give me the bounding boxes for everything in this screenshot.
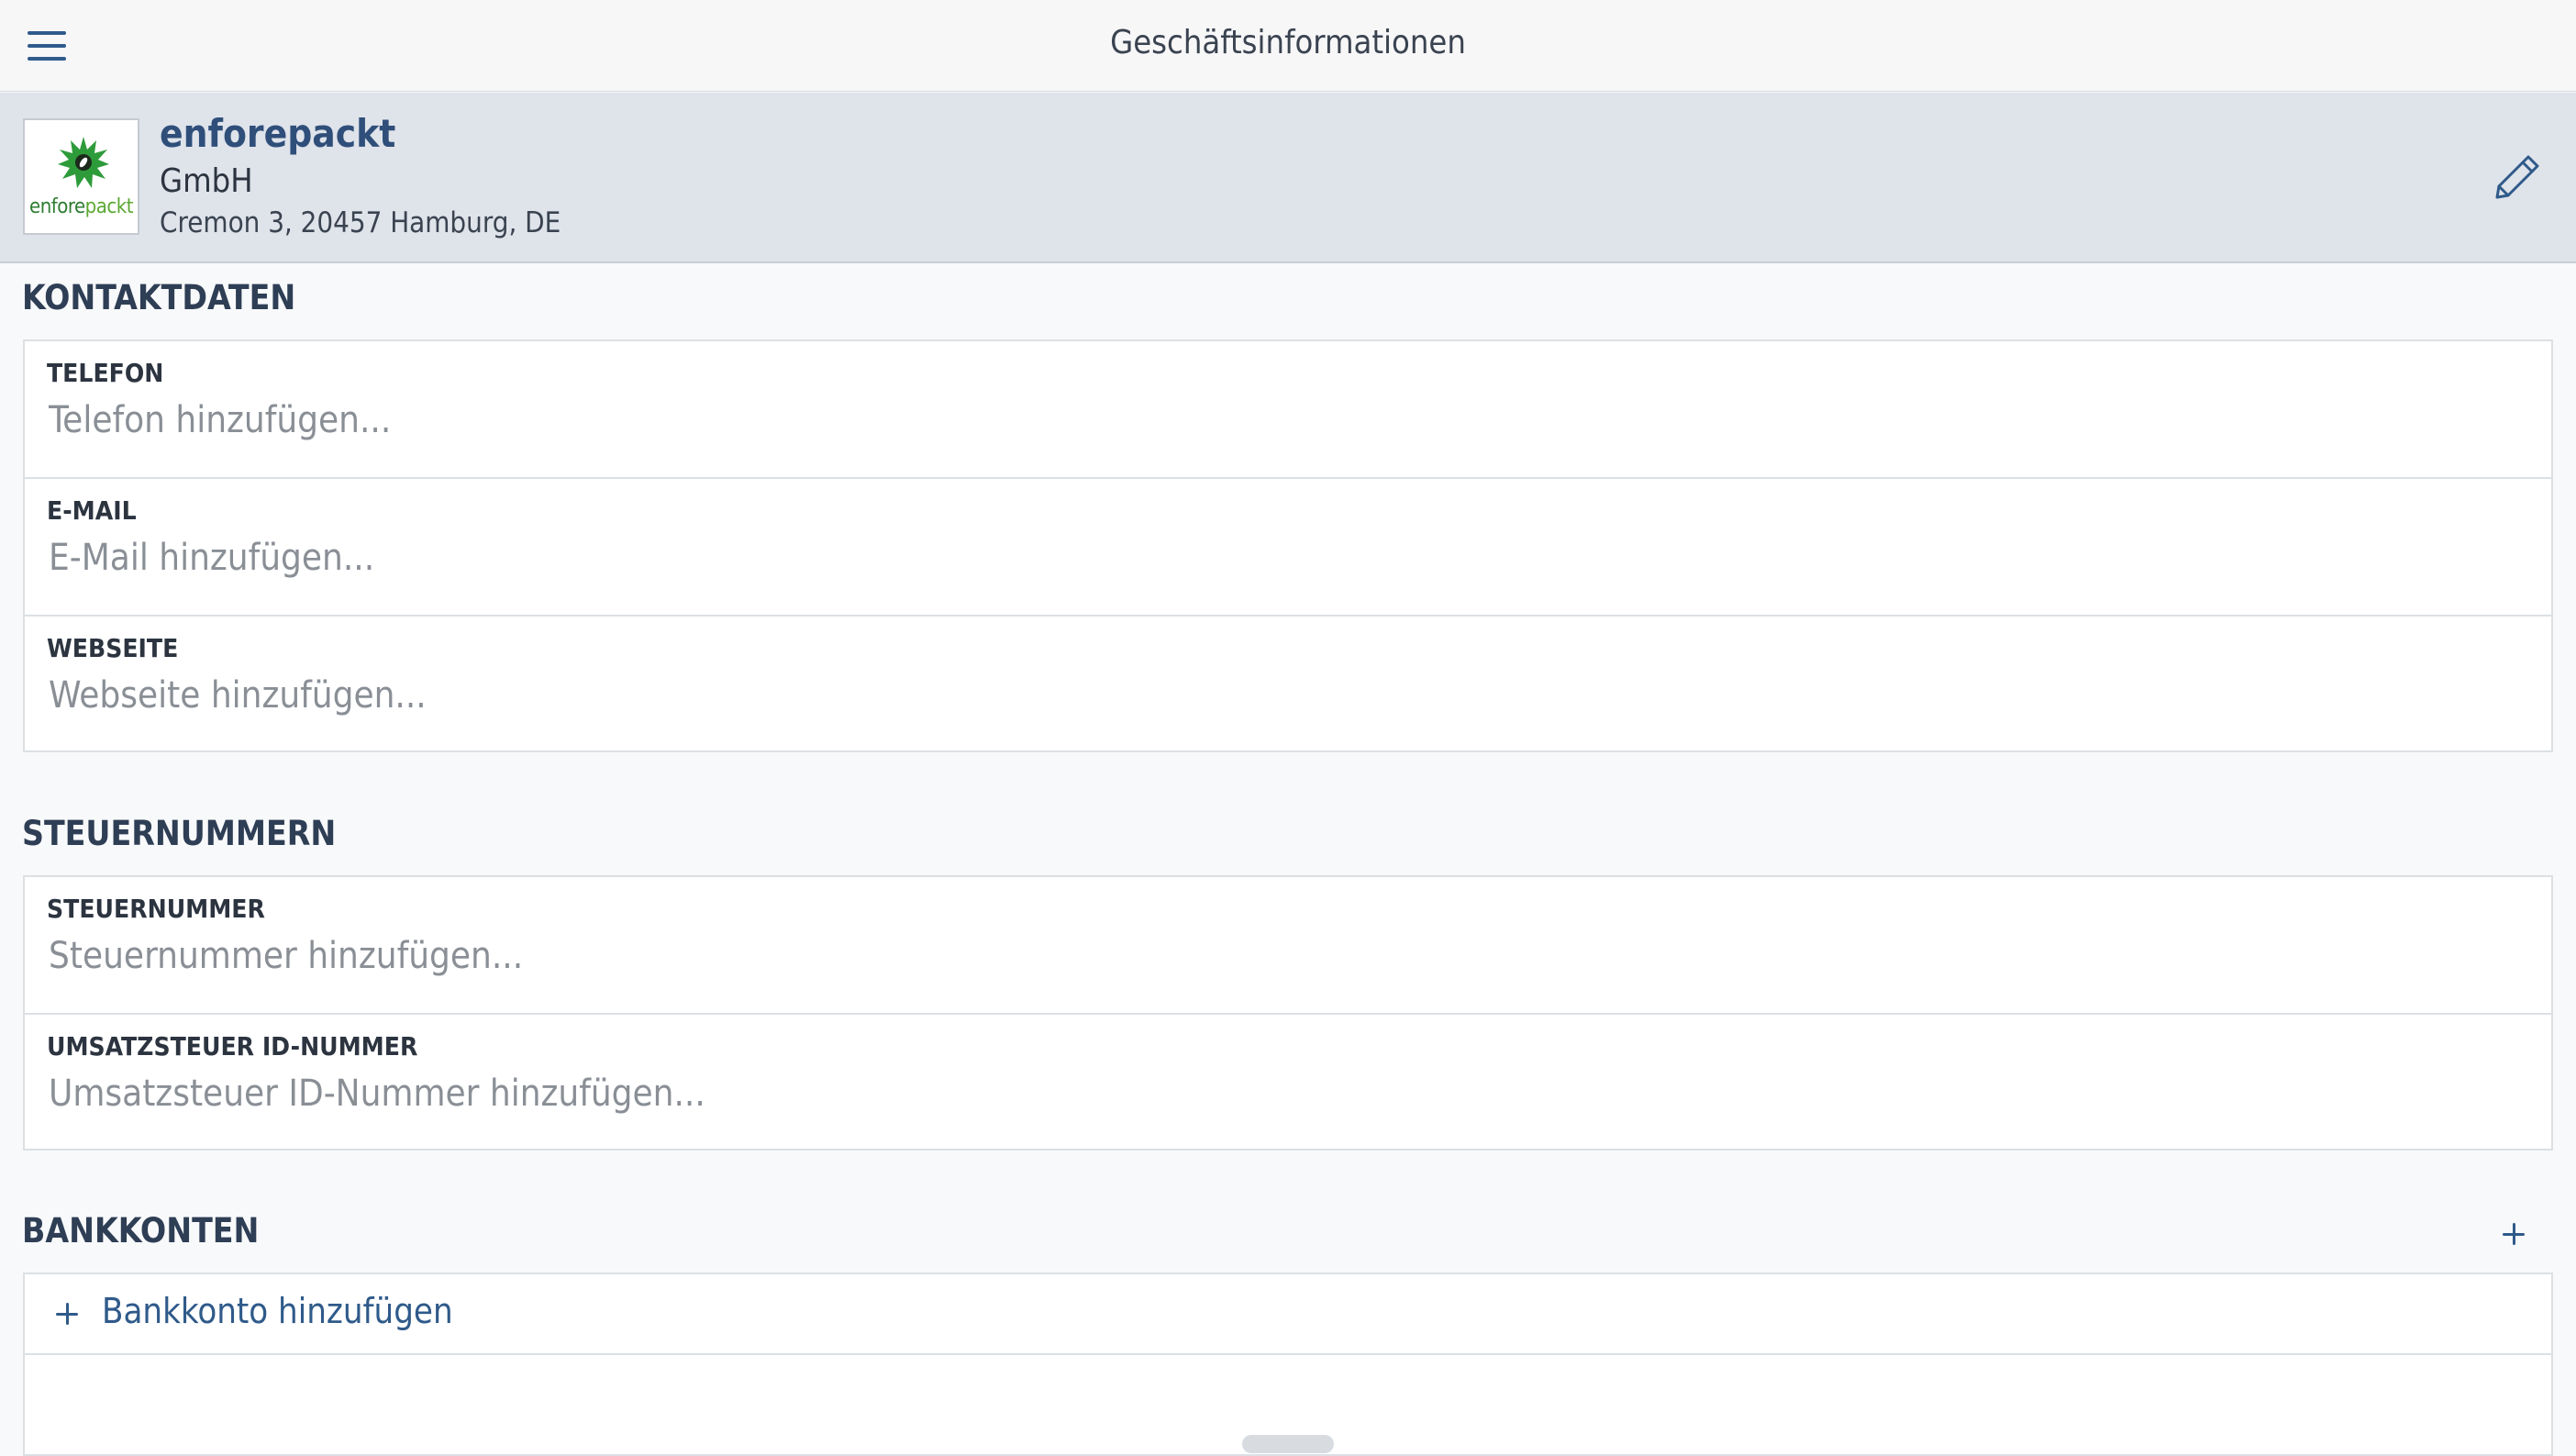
section-title-contact: KONTAKTDATEN	[22, 278, 296, 317]
tax-card: STEUERNUMMER UMSATZSTEUER ID-NUMMER	[23, 875, 2553, 1150]
field-label: TELEFON	[47, 358, 164, 388]
email-input[interactable]	[49, 534, 2507, 582]
vat-id-input[interactable]	[49, 1070, 2507, 1117]
field-label: E-MAIL	[47, 495, 137, 526]
home-indicator	[1242, 1435, 1334, 1453]
website-field: WEBSEITE	[25, 617, 2551, 754]
logo-starburst-icon	[58, 137, 109, 188]
vat-id-field: UMSATZSTEUER ID-NUMMER	[25, 1015, 2551, 1152]
plus-icon	[50, 1298, 83, 1331]
logo-wordmark: enforepackt	[29, 195, 133, 218]
pencil-icon[interactable]	[2492, 151, 2543, 203]
company-address: Cremon 3, 20457 Hamburg, DE	[160, 206, 561, 239]
bank-list-empty-area	[25, 1355, 2551, 1447]
company-logo: enforepackt	[23, 118, 139, 235]
email-field: E-MAIL	[25, 479, 2551, 617]
add-bank-account-button[interactable]: Bankkonto hinzufügen	[25, 1274, 2551, 1355]
field-label: WEBSEITE	[47, 633, 179, 663]
contact-card: TELEFON E-MAIL WEBSEITE	[23, 339, 2553, 752]
tax-number-input[interactable]	[49, 932, 2507, 980]
section-title-bank: BANKKONTEN	[22, 1211, 260, 1250]
tax-number-field: STEUERNUMMER	[25, 877, 2551, 1015]
phone-field: TELEFON	[25, 341, 2551, 479]
bank-card: Bankkonto hinzufügen	[23, 1273, 2553, 1456]
phone-input[interactable]	[49, 396, 2507, 444]
section-title-tax: STEUERNUMMERN	[22, 814, 337, 853]
add-bank-account-plus-icon[interactable]	[2493, 1215, 2532, 1253]
add-bank-account-label: Bankkonto hinzufügen	[102, 1291, 453, 1331]
page-title: Geschäftsinformationen	[1110, 24, 1466, 61]
company-header: enforepackt enforepackt GmbH Cremon 3, 2…	[0, 93, 2576, 263]
company-legal-form: GmbH	[160, 162, 253, 200]
website-input[interactable]	[49, 672, 2507, 719]
top-bar: Geschäftsinformationen	[0, 0, 2576, 92]
company-name: enforepackt	[160, 111, 396, 156]
field-label: UMSATZSTEUER ID-NUMMER	[47, 1031, 418, 1061]
field-label: STEUERNUMMER	[47, 894, 265, 924]
